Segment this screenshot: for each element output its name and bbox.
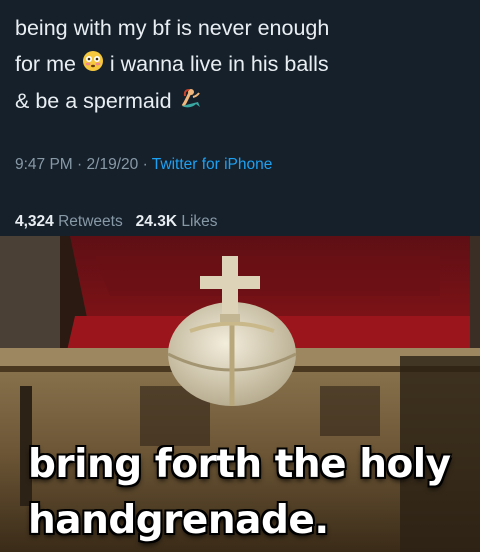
- retweets-stat[interactable]: 4,324 Retweets: [15, 213, 127, 230]
- tweet-line-2: for me i wanna live in his balls: [15, 46, 475, 83]
- tweet-body: being with my bf is never enough for me …: [15, 10, 475, 121]
- tweet-meta: 9:47 PM · 2/19/20 · Twitter for iPhone: [15, 156, 272, 174]
- meme-image: bring forth the holy handgrenade.: [0, 236, 480, 552]
- mermaid-icon: [178, 85, 202, 121]
- meme-caption-line-2: handgrenade.: [28, 498, 329, 543]
- tweet-stats: 4,324 Retweets 24.3K Likes: [15, 213, 218, 231]
- tweet-line-3-text: & be a spermaid: [15, 89, 172, 114]
- likes-count: 24.3K: [135, 213, 178, 230]
- likes-stat[interactable]: 24.3K Likes: [136, 213, 218, 230]
- tweet-line-3: & be a spermaid: [15, 83, 475, 120]
- tweet-line-2-start: for me: [15, 52, 76, 76]
- tweet-card: being with my bf is never enough for me …: [0, 0, 480, 236]
- tweet-time: 9:47 PM: [15, 156, 73, 173]
- retweets-label: Retweets: [58, 213, 123, 230]
- meta-separator: ·: [142, 156, 148, 173]
- tweet-line-1: being with my bf is never enough: [15, 16, 330, 40]
- tweet-line-2-end: i wanna live in his balls: [109, 52, 329, 76]
- likes-label: Likes: [181, 213, 218, 230]
- tweet-date: 2/19/20: [86, 156, 139, 173]
- meta-separator: ·: [77, 156, 83, 173]
- tweet-source-link[interactable]: Twitter for iPhone: [152, 156, 273, 173]
- meme-caption-line-1: bring forth the holy: [28, 442, 451, 487]
- flushed-face-icon: [82, 47, 104, 83]
- retweets-count: 4,324: [15, 213, 54, 230]
